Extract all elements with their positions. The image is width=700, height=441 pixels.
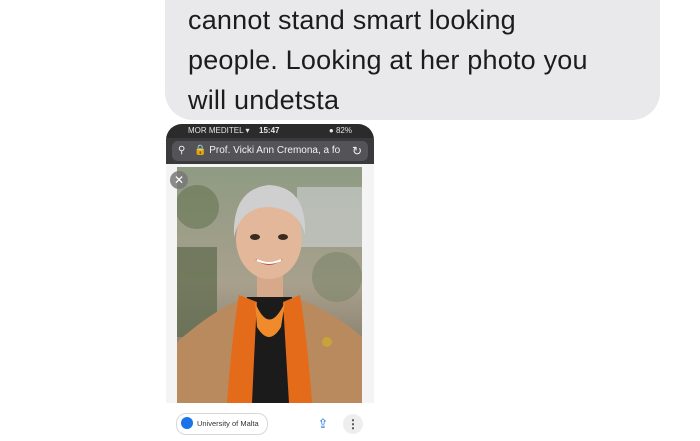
status-time: 15:47 — [259, 126, 280, 135]
globe-icon — [181, 417, 193, 430]
source-label: University of Malta — [197, 419, 259, 428]
message-line-3: will undetsta — [188, 85, 340, 115]
address-bar: ⚲ 🔒 Prof. Vicki Ann Cremona, a fo ↻ — [166, 138, 374, 164]
close-icon[interactable]: ✕ — [170, 171, 188, 189]
battery-level: ● 82% — [328, 126, 352, 135]
search-icon: ⚲ — [178, 145, 186, 156]
source-chip[interactable]: University of Malta — [176, 413, 268, 435]
carrier-label: MOR MEDITEL ▾ — [188, 126, 250, 135]
message-line-2: people. Looking at her photo you — [188, 45, 588, 75]
attached-screenshot[interactable]: MOR MEDITEL ▾ 15:47 ● 82% ⚲ 🔒 Prof. Vick… — [166, 124, 374, 441]
more-vert-icon[interactable]: ⋮ — [343, 414, 363, 434]
message-text: cannot stand smart looking people. Looki… — [188, 0, 658, 120]
portrait-photo — [177, 167, 362, 403]
address-text: 🔒 Prof. Vicki Ann Cremona, a fo — [194, 145, 341, 156]
address-field[interactable]: ⚲ 🔒 Prof. Vicki Ann Cremona, a fo ↻ — [172, 141, 368, 161]
image-footer: University of Malta ⇪ ⋮ — [166, 403, 374, 441]
message-line-1: cannot stand smart looking — [188, 5, 516, 35]
reload-icon[interactable]: ↻ — [352, 141, 362, 161]
share-icon[interactable]: ⇪ — [314, 415, 332, 433]
status-bar: MOR MEDITEL ▾ 15:47 ● 82% — [166, 124, 374, 138]
